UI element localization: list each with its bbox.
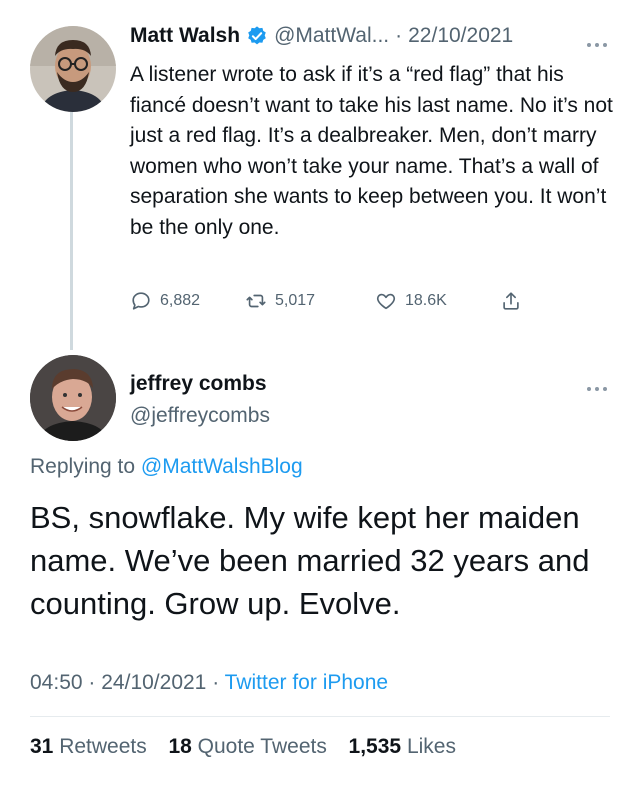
reply-date[interactable]: 24/10/2021 (101, 671, 206, 694)
more-options-icon[interactable] (586, 36, 608, 54)
dot-separator: · (395, 24, 403, 47)
replying-to-line: Replying to @MattWalshBlog (30, 455, 303, 479)
tweet-date[interactable]: 22/10/2021 (408, 24, 513, 48)
divider (30, 716, 610, 717)
client-link[interactable]: Twitter for iPhone (225, 671, 388, 694)
likes-label: Likes (406, 735, 456, 758)
reply-icon (132, 292, 150, 310)
retweets-stat[interactable]: 31 Retweets (30, 735, 147, 758)
reply-author-name[interactable]: jeffrey combs (130, 372, 267, 396)
quote-total: 18 (168, 735, 192, 758)
original-tweet-text: A listener wrote to ask if it’s a “red f… (130, 63, 613, 239)
replying-to-label: Replying to (30, 455, 136, 478)
reply-timestamp-line: 04:50 · 24/10/2021 · Twitter for iPhone (30, 671, 388, 695)
like-action[interactable]: 18.6K (375, 290, 447, 312)
quote-tweets-stat[interactable]: 18 Quote Tweets (168, 735, 326, 758)
reply-time[interactable]: 04:50 (30, 671, 83, 694)
like-total: 1,535 (348, 735, 402, 758)
replying-to-handle-link[interactable]: @MattWalshBlog (141, 455, 303, 478)
verified-badge-icon (246, 25, 268, 47)
retweet-action[interactable]: 5,017 (245, 290, 315, 312)
matt-walsh-avatar[interactable] (30, 26, 116, 112)
retweet-total: 31 (30, 735, 54, 758)
author-name[interactable]: Matt Walsh (130, 24, 240, 48)
share-icon (503, 292, 519, 310)
reply-action[interactable]: 6,882 (130, 290, 200, 312)
author-handle[interactable]: @MattWal... (274, 24, 389, 48)
like-count: 18.6K (405, 292, 447, 309)
dot-separator: · (88, 671, 96, 694)
retweet-icon (246, 294, 266, 308)
dot-separator: · (212, 671, 220, 694)
reply-more-options-icon[interactable] (586, 380, 608, 398)
original-tweet-header: Matt Walsh @MattWal... · 22/10/2021 (130, 24, 513, 48)
jeffrey-combs-avatar[interactable] (30, 355, 116, 441)
heart-icon (376, 293, 396, 310)
share-action[interactable] (500, 290, 522, 312)
likes-stat[interactable]: 1,535 Likes (349, 735, 456, 758)
reply-tweet-text: BS, snowflake. My wife kept her maiden n… (30, 500, 590, 621)
reply-author-handle[interactable]: @jeffreycombs (130, 404, 270, 428)
quote-tweets-label: Quote Tweets (197, 735, 327, 758)
reply-count: 6,882 (160, 292, 201, 309)
retweet-count: 5,017 (275, 292, 316, 309)
reply-stats: 31 Retweets 18 Quote Tweets 1,535 Likes (30, 735, 456, 759)
original-tweet-actions: 6,882 5,017 18.6K (130, 290, 550, 314)
retweets-label: Retweets (59, 735, 147, 758)
thread-connector-line (70, 112, 73, 350)
